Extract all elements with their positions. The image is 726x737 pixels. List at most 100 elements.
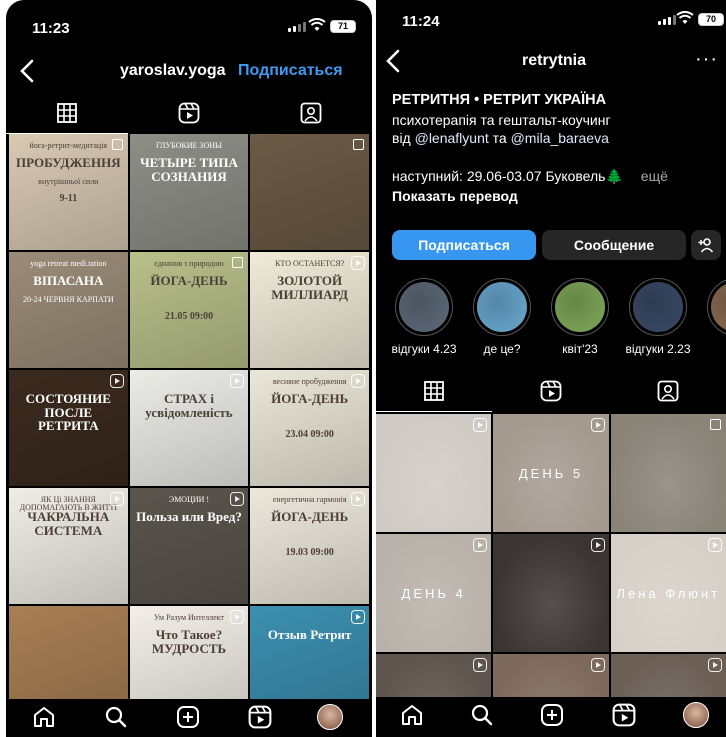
post-subtitle: йога-ретрит-медитація <box>29 141 108 150</box>
highlight-ring <box>629 278 687 336</box>
status-time: 11:23 <box>32 20 70 37</box>
battery-icon: 71 <box>330 20 356 33</box>
nav-reels[interactable] <box>610 701 638 729</box>
post-thumbnail[interactable]: ЭМОЦИИ ! Польза или Вред? <box>129 488 249 604</box>
post-thumbnail[interactable]: ЯК Ці ЗНАННЯ ДОПОМАГАЮТЬ В ЖИТТІ ЧАКРАЛЬН… <box>9 488 128 604</box>
post-title: СТРАХ і усвідомленість <box>145 391 233 420</box>
reel-icon <box>109 492 124 506</box>
bottom-nav <box>6 699 372 737</box>
post-title: Польза или Вред? <box>136 509 242 524</box>
nav-profile[interactable] <box>316 703 344 731</box>
search-icon <box>471 704 493 726</box>
profile-bio-next: наступний: 29.06-03.07 Буковель🌲 ещё <box>392 168 668 185</box>
mention-link-mila-baraeva[interactable]: @mila_baraeva <box>511 130 609 146</box>
story-highlight[interactable]: квіт'23 <box>542 278 618 356</box>
bio-more-link[interactable]: ещё <box>641 168 668 184</box>
home-icon <box>402 705 422 725</box>
tagged-icon <box>300 102 322 124</box>
mention-link-lenaflyunt[interactable]: @lenaflyunt <box>415 130 489 146</box>
story-highlight[interactable]: відгуки 4.23 <box>386 278 462 356</box>
highlight-cover <box>633 282 683 332</box>
post-thumbnail[interactable]: ГЛУБОКИЕ ЗОНЫ ЧЕТЫРЕ ТИПА СОЗНАНИЯ <box>129 134 249 250</box>
bio-prefix: від <box>392 130 415 146</box>
tab-reels[interactable] <box>128 92 250 134</box>
post-thumbnail[interactable]: йога-ретрит-медитація ПРОБУДЖЕННЯ внутрішн… <box>9 134 128 250</box>
post-overlay-text: ДЕНЬ 4 <box>401 586 466 601</box>
nav-home[interactable] <box>398 701 426 729</box>
reel-icon <box>109 374 124 388</box>
post-thumbnail[interactable]: СТРАХ і усвідомленість <box>129 370 249 486</box>
nav-profile[interactable] <box>682 701 710 729</box>
post-thumbnail[interactable]: енергетична гармонія ЙОГА-ДЕНЬ 19.03 09:00 <box>250 488 369 604</box>
story-highlight[interactable]: лю <box>698 278 726 356</box>
grid-icon <box>424 380 444 401</box>
nav-reels[interactable] <box>246 703 274 731</box>
nav-create[interactable] <box>174 703 202 731</box>
follow-button[interactable]: Подписаться <box>238 62 343 80</box>
post-title: ЙОГА-ДЕНЬ <box>150 273 228 288</box>
reel-icon <box>350 492 365 506</box>
highlight-label: відгуки 4.23 <box>391 342 457 356</box>
post-thumbnail[interactable] <box>250 134 369 250</box>
reels-icon <box>248 705 272 729</box>
reel-icon <box>473 538 488 552</box>
next-retreat-text: наступний: 29.06-03.07 Буковель🌲 <box>392 168 623 184</box>
highlight-cover <box>477 282 527 332</box>
tab-tagged[interactable] <box>610 370 726 412</box>
profile-header: yaroslav.yoga Подписаться <box>6 52 372 92</box>
nav-search[interactable] <box>468 701 496 729</box>
post-subtitle: yoga retreat medi.tation <box>30 259 107 268</box>
story-highlight[interactable]: відгуки 2.23 <box>620 278 696 356</box>
reel-icon <box>230 374 245 388</box>
tab-reels[interactable] <box>492 370 610 412</box>
post-thumbnail[interactable]: ДЕНЬ 5 <box>493 414 609 532</box>
post-thumbnail[interactable]: СОСТОЯНИЕ ПОСЛЕ РЕТРИТА <box>9 370 128 486</box>
more-options-icon[interactable]: ··· <box>695 48 718 71</box>
avatar <box>317 704 343 730</box>
left-post-grid: йога-ретрит-медитація ПРОБУДЖЕННЯ внутрішн… <box>9 134 369 722</box>
post-thumbnail[interactable] <box>376 414 492 532</box>
post-date: 9-11 <box>59 193 78 204</box>
post-thumbnail[interactable]: ДЕНЬ 4 <box>376 534 492 652</box>
tab-tagged[interactable] <box>250 92 372 134</box>
nav-create[interactable] <box>538 701 566 729</box>
back-icon[interactable] <box>382 48 406 74</box>
show-translation-link[interactable]: Показать перевод <box>392 188 518 204</box>
reels-icon <box>178 102 200 124</box>
nav-search[interactable] <box>102 703 130 731</box>
nav-home[interactable] <box>30 703 58 731</box>
follow-button[interactable]: Подписаться <box>392 230 536 260</box>
carousel-icon <box>111 139 123 150</box>
tab-grid[interactable] <box>376 370 492 412</box>
reel-icon <box>590 538 605 552</box>
back-icon[interactable] <box>16 58 40 84</box>
post-thumbnail[interactable] <box>610 414 726 532</box>
reel-icon <box>473 418 488 432</box>
post-thumbnail[interactable]: КТО ОСТАНЕТСЯ? ЗОЛОТОЙ МИЛЛИАРД <box>250 252 369 368</box>
search-icon <box>105 706 127 728</box>
post-thumbnail[interactable]: єднання з природою ЙОГА-ДЕНЬ 21.05 09:00 <box>129 252 249 368</box>
carousel-icon <box>710 419 721 430</box>
left-phone-screen: 11:23 71 yaroslav.yoga Подписаться йога-… <box>6 0 372 737</box>
post-thumbnail[interactable] <box>493 534 609 652</box>
post-subtitle: енергетична гармонія <box>272 495 347 504</box>
post-thumbnail[interactable]: весняне пробудження ЙОГА-ДЕНЬ 23.04 09:00 <box>250 370 369 486</box>
post-thumbnail[interactable]: Лена Флюнт <box>610 534 726 652</box>
profile-username: yaroslav.yoga <box>120 62 226 79</box>
post-date: 19.03 09:00 <box>285 547 334 558</box>
story-highlight[interactable]: де це? <box>464 278 540 356</box>
reel-icon <box>473 658 488 672</box>
bio-mid: та <box>488 130 511 146</box>
post-subtitle: єднання з природою <box>154 259 224 268</box>
profile-username: retrytnia <box>522 52 587 69</box>
carousel-icon <box>232 257 244 268</box>
suggest-user-button[interactable] <box>691 230 721 260</box>
message-button[interactable]: Сообщение <box>542 230 686 260</box>
post-subtitle: Ум Разум Интеллект <box>154 613 224 622</box>
tab-grid[interactable] <box>6 92 128 134</box>
post-title: ЧАКРАЛЬНА СИСТЕМА <box>27 509 110 538</box>
highlight-label: квіт'23 <box>562 342 598 356</box>
post-thumbnail[interactable]: yoga retreat medi.tation ВІПАСАНА 20-24 ЧЕ… <box>9 252 128 368</box>
highlight-cover <box>399 282 449 332</box>
post-subtitle: ЭМОЦИИ ! <box>168 495 210 504</box>
